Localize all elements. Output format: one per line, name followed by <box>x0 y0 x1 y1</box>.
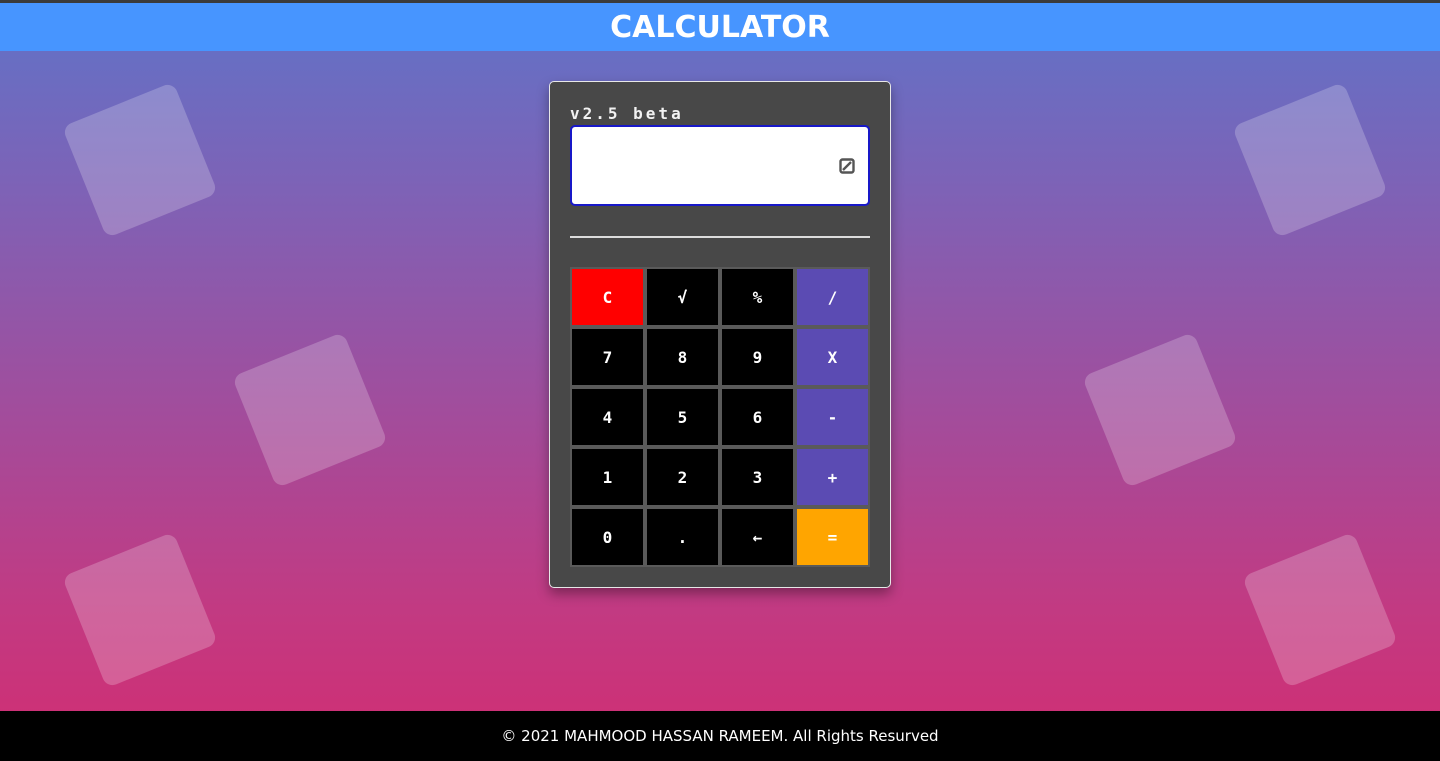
divider <box>570 236 870 238</box>
key-3-button[interactable]: 3 <box>720 447 795 507</box>
version-label: v2.5 beta <box>570 104 684 123</box>
percent-button[interactable]: % <box>720 267 795 327</box>
multiply-button[interactable]: X <box>795 327 870 387</box>
equals-button[interactable]: = <box>795 507 870 567</box>
key-1-button[interactable]: 1 <box>570 447 645 507</box>
key-2-button[interactable]: 2 <box>645 447 720 507</box>
page-title: CALCULATOR <box>610 9 830 45</box>
decorative-square <box>1241 531 1399 689</box>
decorative-square <box>231 331 389 489</box>
key-9-button[interactable]: 9 <box>720 327 795 387</box>
edit-slash-icon[interactable] <box>839 158 855 174</box>
clear-button[interactable]: C <box>570 267 645 327</box>
decimal-button[interactable]: . <box>645 507 720 567</box>
decorative-square <box>61 531 219 689</box>
key-8-button[interactable]: 8 <box>645 327 720 387</box>
page-footer: © 2021 MAHMOOD HASSAN RAMEEM. All Rights… <box>0 711 1440 761</box>
sqrt-button[interactable]: √ <box>645 267 720 327</box>
decorative-square <box>1231 81 1389 239</box>
backspace-button[interactable]: ← <box>720 507 795 567</box>
decorative-square <box>1081 331 1239 489</box>
page-header: CALCULATOR <box>0 3 1440 51</box>
calculator-panel: v2.5 beta C √%/ 7 8 9 X 4 5 6- 1 2 3 +0. ← = <box>549 81 891 588</box>
copyright-text: © 2021 MAHMOOD HASSAN RAMEEM. All Rights… <box>501 727 939 745</box>
decorative-square <box>61 81 219 239</box>
key-0-button[interactable]: 0 <box>570 507 645 567</box>
key-5-button[interactable]: 5 <box>645 387 720 447</box>
add-button[interactable]: + <box>795 447 870 507</box>
keypad: C √%/ 7 8 9 X 4 5 6- 1 2 3 +0. ← = <box>570 267 870 567</box>
calculator-display[interactable] <box>570 125 870 206</box>
key-6-button[interactable]: 6 <box>720 387 795 447</box>
key-7-button[interactable]: 7 <box>570 327 645 387</box>
key-4-button[interactable]: 4 <box>570 387 645 447</box>
subtract-button[interactable]: - <box>795 387 870 447</box>
divide-button[interactable]: / <box>795 267 870 327</box>
